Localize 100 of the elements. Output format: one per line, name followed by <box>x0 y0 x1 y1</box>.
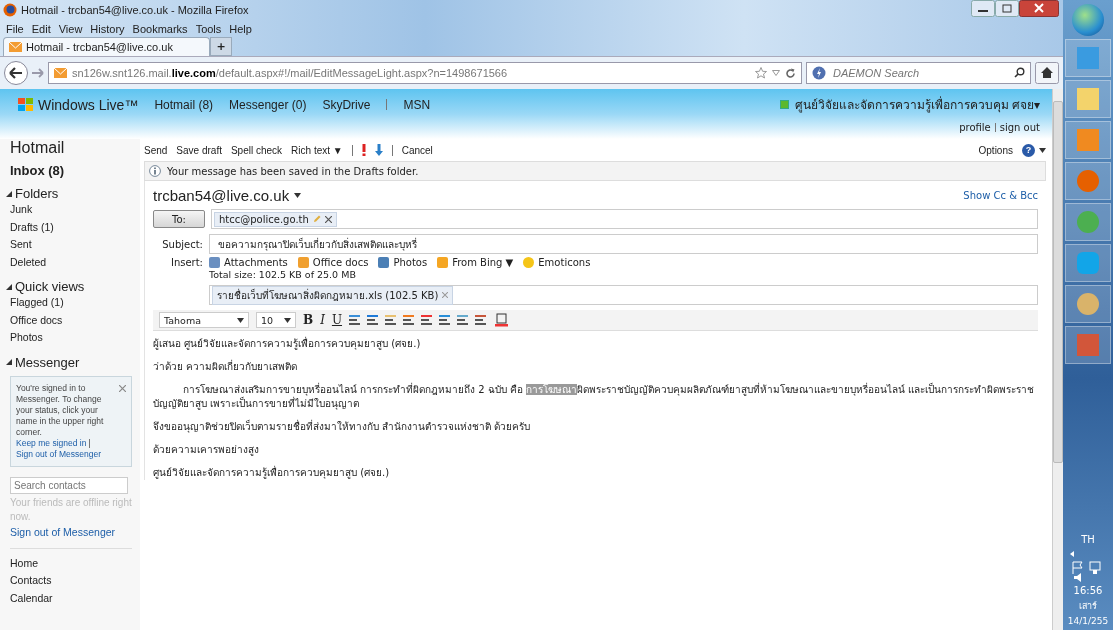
menu-item[interactable]: View <box>58 22 83 35</box>
subject-label: Subject: <box>161 238 203 250</box>
format-button[interactable]: B <box>303 313 314 327</box>
to-button[interactable]: To: <box>153 210 205 228</box>
clock-time[interactable]: 16:56 <box>1073 585 1103 596</box>
pencil-icon[interactable] <box>312 215 321 223</box>
back-button[interactable] <box>4 61 28 85</box>
reload-icon[interactable] <box>785 67 796 79</box>
menu-item[interactable]: History <box>90 22 125 35</box>
toolbar-button[interactable]: Send <box>144 144 168 156</box>
search-field[interactable]: DAEMON Search <box>806 62 1031 84</box>
exclamation-icon[interactable] <box>361 144 366 156</box>
format-button[interactable]: I <box>320 313 325 327</box>
subject-field[interactable]: ขอความกรุณาปิดเว็บเกี่ยวกับสิ่งเสพติดและบุหรี่ <box>209 234 1038 254</box>
font-size-dropdown[interactable]: 10 <box>256 312 296 328</box>
section-header[interactable]: Quick views <box>6 279 140 294</box>
home-button[interactable] <box>1035 62 1059 84</box>
brand-logo-text: Windows Live™ <box>38 96 139 113</box>
folder-link[interactable]: Drafts (1) <box>10 218 140 236</box>
search-icon <box>1014 67 1025 78</box>
start-button[interactable] <box>1072 4 1104 36</box>
sign-out-link[interactable]: Sign out of Messenger <box>16 448 102 460</box>
folder-link[interactable]: Flagged (1) <box>10 294 140 312</box>
sidebar-title: Hotmail <box>10 139 66 157</box>
new-tab-button[interactable]: + <box>210 37 232 56</box>
menu-item[interactable]: Bookmarks <box>132 22 188 35</box>
envelope-icon <box>54 68 67 78</box>
font-dropdown[interactable]: Tahoma <box>159 312 249 328</box>
insert-option[interactable]: Emoticons <box>523 257 591 268</box>
notice-text: Your message has been saved in the Drafts folder. <box>167 165 419 177</box>
close-button[interactable] <box>1019 0 1059 17</box>
keep-signed-in-link[interactable]: Keep me signed in <box>16 437 87 449</box>
toolbar-button[interactable]: Rich text ▼ <box>291 144 343 156</box>
user-name-link[interactable]: ศูนย์วิจัยและจัดการความรู้เพื่อการควบคุม ศจย▾ <box>794 95 1040 114</box>
options-button[interactable]: Options <box>978 144 1013 156</box>
windows-logo-icon <box>18 97 34 112</box>
insert-option[interactable]: From Bing ▼ <box>437 257 514 268</box>
body-paragraph: จึงขออนุญาติช่วยปิดเว็บตามรายชื่อที่ส่งมาให้ทางกับ สำนักงานตำรวจแห่งชาติ ด้วยครับ <box>153 420 532 434</box>
clock-date[interactable]: 14/1/255 <box>1067 616 1109 626</box>
window-title: Hotmail - trcban54@live.co.uk - Mozilla Firefox <box>21 4 249 16</box>
nav-link[interactable]: MSN <box>403 97 431 112</box>
envelope-icon <box>9 42 22 52</box>
sign-out-link[interactable]: sign out <box>999 122 1040 133</box>
down-arrow-icon[interactable] <box>374 144 383 156</box>
show-cc-link[interactable]: Show Cc & Bcc <box>963 190 1038 201</box>
total-size-text: Total size: 102.5 KB of 25.0 MB <box>209 269 357 280</box>
folder-link[interactable]: Office docs <box>10 311 140 329</box>
offline-text: Your friends are offline right now. <box>10 495 133 524</box>
profile-link[interactable]: profile <box>959 122 991 133</box>
menu-item[interactable]: Edit <box>31 22 51 35</box>
sender-address[interactable]: trcban54@live.co.uk <box>153 187 290 204</box>
address-bar[interactable]: sn126w.snt126.mail.live.com/default.aspx#!/mail/EditMessageLight.aspx?n=1498671566 <box>48 62 802 84</box>
to-field[interactable]: htcc@police.go.th <box>211 209 1038 229</box>
help-icon[interactable]: ? <box>1022 143 1035 157</box>
insert-label: Insert: <box>169 257 203 268</box>
folder-link[interactable]: Photos <box>10 329 140 347</box>
browser-tab[interactable]: Hotmail - trcban54@live.co.uk <box>3 37 210 56</box>
body-paragraph: ด้วยความเคารพอย่างสูง <box>153 443 260 457</box>
star-icon[interactable] <box>755 67 767 79</box>
section-header[interactable]: Folders <box>6 186 140 201</box>
remove-icon[interactable] <box>324 215 332 223</box>
scrollbar[interactable] <box>1052 89 1063 630</box>
nav-link[interactable]: SkyDrive <box>322 97 371 112</box>
folder-link[interactable]: Junk <box>10 201 140 219</box>
cancel-button[interactable]: Cancel <box>401 144 433 156</box>
caret-icon[interactable] <box>294 193 302 198</box>
caret-icon[interactable] <box>1039 147 1046 153</box>
format-button[interactable]: U <box>331 313 343 327</box>
language-indicator[interactable]: TH <box>1081 534 1095 545</box>
toolbar-button[interactable]: Save draft <box>176 144 222 156</box>
insert-option[interactable]: Attachments <box>209 257 288 268</box>
menu-item[interactable]: Help <box>229 22 252 35</box>
menu-item[interactable]: File <box>6 22 24 35</box>
notice-text: You're signed in to Messenger. To change your status, click your name in the upper right corner. <box>16 382 105 438</box>
search-contacts-field[interactable]: Search contacts <box>10 476 128 494</box>
nav-link[interactable]: Home <box>10 554 140 572</box>
lightning-icon <box>812 66 826 80</box>
nav-link[interactable]: Hotmail (8) <box>154 97 214 112</box>
close-icon[interactable] <box>119 384 126 392</box>
section-header[interactable]: Messenger <box>6 354 140 370</box>
body-paragraph: ผู้เสนอ ศูนย์วิจัยและจัดการความรู้เพื่อการควบคุมยาสูบ (ศจย.) <box>153 337 422 351</box>
clock-day[interactable]: เสาร์ <box>1079 599 1097 613</box>
caret-icon <box>284 317 291 323</box>
nav-link[interactable]: Messenger (0) <box>229 97 307 112</box>
nav-link[interactable]: Contacts <box>10 572 140 590</box>
body-paragraph: ศูนย์วิจัยและจัดการความรู้เพื่อการควบคุมยาสูบ (ศจย.) <box>153 466 391 480</box>
toolbar-button[interactable]: Spell check <box>230 144 283 156</box>
caret-icon <box>237 317 244 323</box>
firefox-icon <box>3 3 17 17</box>
insert-option[interactable]: Office docs <box>297 257 369 268</box>
minimize-button[interactable] <box>971 0 995 17</box>
nav-link[interactable]: Calendar <box>10 589 140 607</box>
folder-link[interactable]: Deleted <box>10 253 140 271</box>
menu-item[interactable]: Tools <box>195 22 222 35</box>
folder-link[interactable]: Sent <box>10 236 140 254</box>
inbox-link[interactable]: Inbox (8) <box>10 163 140 178</box>
sign-out-link[interactable]: Sign out of Messenger <box>10 525 140 538</box>
body-paragraph: ว่าด้วย ความผิดเกี่ยวกับยาเสพติด <box>153 360 299 374</box>
forward-arrow-icon <box>32 68 44 78</box>
insert-option[interactable]: Photos <box>378 257 428 268</box>
